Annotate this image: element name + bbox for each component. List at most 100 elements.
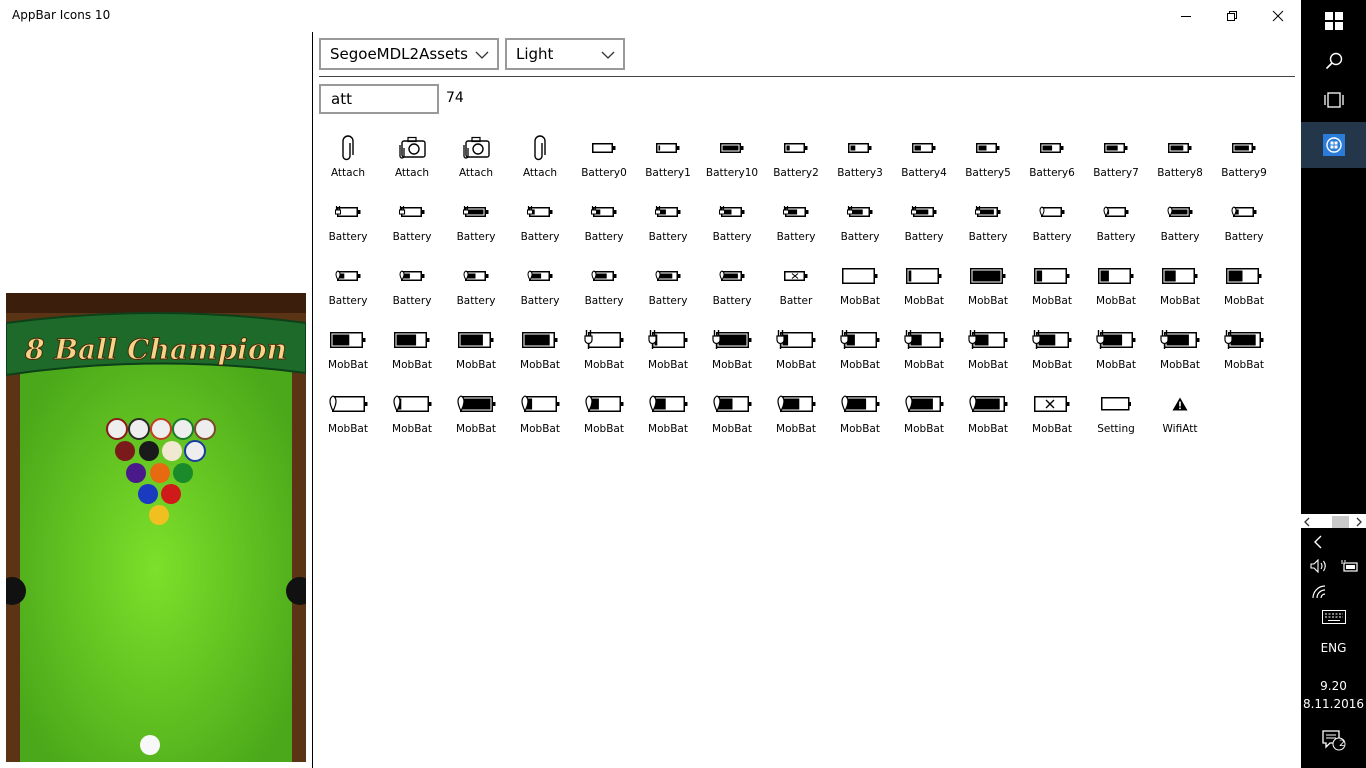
icon-tile[interactable]: Battery10 [700,130,764,194]
clock-time[interactable]: 9.20 [1301,679,1366,693]
battery-charging-small-icon [911,206,937,217]
icon-tile[interactable]: MobBat [572,386,636,450]
icon-tile[interactable]: MobBat [1148,322,1212,386]
icon-tile[interactable]: Battery [956,194,1020,258]
icon-tile[interactable]: Battery [444,194,508,258]
icon-tile[interactable]: MobBat [380,386,444,450]
icon-tile[interactable]: Battery [1148,194,1212,258]
icon-tile[interactable]: Battery [316,194,380,258]
icon-tile[interactable]: MobBat [1212,322,1276,386]
restore-button[interactable] [1209,0,1255,32]
task-view-button[interactable] [1301,89,1366,111]
icon-tile[interactable]: MobBat [1020,386,1084,450]
touch-keyboard-button[interactable] [1301,608,1366,626]
icon-tile[interactable]: Battery [316,258,380,322]
icon-tile[interactable]: Battery [508,194,572,258]
icon-tile[interactable]: Battery5 [956,130,1020,194]
icon-tile[interactable]: MobBat [764,386,828,450]
icon-tile[interactable]: MobBat [828,322,892,386]
icon-tile[interactable]: WifiAtt [1148,386,1212,450]
icon-tile[interactable]: MobBat [956,322,1020,386]
icon-tile[interactable]: Battery [700,194,764,258]
icon-tile[interactable]: MobBat [764,322,828,386]
icon-tile[interactable]: Battery0 [572,130,636,194]
icon-tile[interactable]: Battery [892,194,956,258]
icon-tile[interactable]: MobBat [700,322,764,386]
icon-tile[interactable]: Attach [316,130,380,194]
clock-date[interactable]: 8.11.2016 [1301,697,1366,711]
icon-tile[interactable]: Attach [508,130,572,194]
ad-banner[interactable]: 8 Ball Champion [6,293,306,762]
icon-tile[interactable]: MobBat [1148,258,1212,322]
icon-tile[interactable]: Attach [380,130,444,194]
icon-tile[interactable]: Setting [1084,386,1148,450]
icon-tile[interactable]: Battery1 [636,130,700,194]
icon-tile[interactable]: MobBat [700,386,764,450]
wifi-icon [1312,585,1326,599]
icon-tile[interactable]: MobBat [508,386,572,450]
icon-tile[interactable]: Battery [636,194,700,258]
icon-tile[interactable]: MobBat [636,386,700,450]
icon-label: MobBat [648,423,688,435]
icon-tile[interactable]: MobBat [956,386,1020,450]
icon-tile[interactable]: Battery8 [1148,130,1212,194]
icon-tile[interactable]: Battery [1084,194,1148,258]
icon-tile[interactable]: MobBat [828,386,892,450]
icon-tile[interactable]: MobBat [380,322,444,386]
search-button[interactable] [1301,50,1366,72]
icon-tile[interactable]: MobBat [572,322,636,386]
icon-tile[interactable]: MobBat [444,386,508,450]
icon-tile[interactable]: MobBat [316,322,380,386]
icon-tile[interactable]: MobBat [892,258,956,322]
icon-tile[interactable]: MobBat [1084,258,1148,322]
icon-tile[interactable]: MobBat [1020,258,1084,322]
search-input[interactable]: att [319,84,439,114]
icon-tile[interactable]: Battery [444,258,508,322]
icon-tile[interactable]: MobBat [1084,322,1148,386]
icon-tile[interactable]: MobBat [444,322,508,386]
icon-tile[interactable]: Battery2 [764,130,828,194]
icon-tile[interactable]: Battery [828,194,892,258]
theme-dropdown[interactable]: Light [505,38,625,70]
icon-tile[interactable]: MobBat [892,322,956,386]
icon-tile[interactable]: Battery [380,258,444,322]
icon-tile[interactable]: MobBat [508,322,572,386]
icon-tile[interactable]: Battery [572,194,636,258]
icon-tile[interactable]: MobBat [956,258,1020,322]
network-button[interactable] [1301,584,1366,600]
icon-tile[interactable]: Battery4 [892,130,956,194]
taskbar-app-appbar-icons[interactable] [1301,133,1366,157]
icon-tile[interactable]: MobBat [828,258,892,322]
icon-tile[interactable]: Battery7 [1084,130,1148,194]
start-button[interactable] [1301,8,1366,34]
icon-tile[interactable]: Battery3 [828,130,892,194]
icon-tile[interactable]: Batter [764,258,828,322]
icon-tile[interactable]: Battery9 [1212,130,1276,194]
icon-glyph [764,130,828,166]
icon-tile[interactable]: Attach [444,130,508,194]
icon-tile[interactable]: Battery [380,194,444,258]
language-indicator[interactable]: ENG [1301,641,1366,655]
icon-label: Battery [648,231,688,243]
icon-tile[interactable]: Battery [572,258,636,322]
icon-tile[interactable]: MobBat [1212,258,1276,322]
icon-tile[interactable]: MobBat [316,386,380,450]
battery-button[interactable] [1301,558,1366,574]
icon-tile[interactable]: Battery [1212,194,1276,258]
show-hidden-icons-button[interactable] [1301,534,1366,550]
action-center-button[interactable]: 2 [1301,728,1366,752]
icon-tile[interactable]: Battery [508,258,572,322]
font-family-dropdown[interactable]: SegoeMDL2Assets [319,38,499,70]
close-button[interactable] [1255,0,1301,32]
icon-tile[interactable]: Battery [1020,194,1084,258]
icon-tile[interactable]: MobBat [636,322,700,386]
icon-tile[interactable]: Battery [636,258,700,322]
icon-tile[interactable]: MobBat [892,386,956,450]
minimize-button[interactable] [1163,0,1209,32]
tray-scrollbar[interactable] [1301,514,1366,528]
icon-label: Battery3 [837,167,883,179]
icon-tile[interactable]: Battery [700,258,764,322]
icon-tile[interactable]: Battery6 [1020,130,1084,194]
icon-tile[interactable]: Battery [764,194,828,258]
icon-tile[interactable]: MobBat [1020,322,1084,386]
